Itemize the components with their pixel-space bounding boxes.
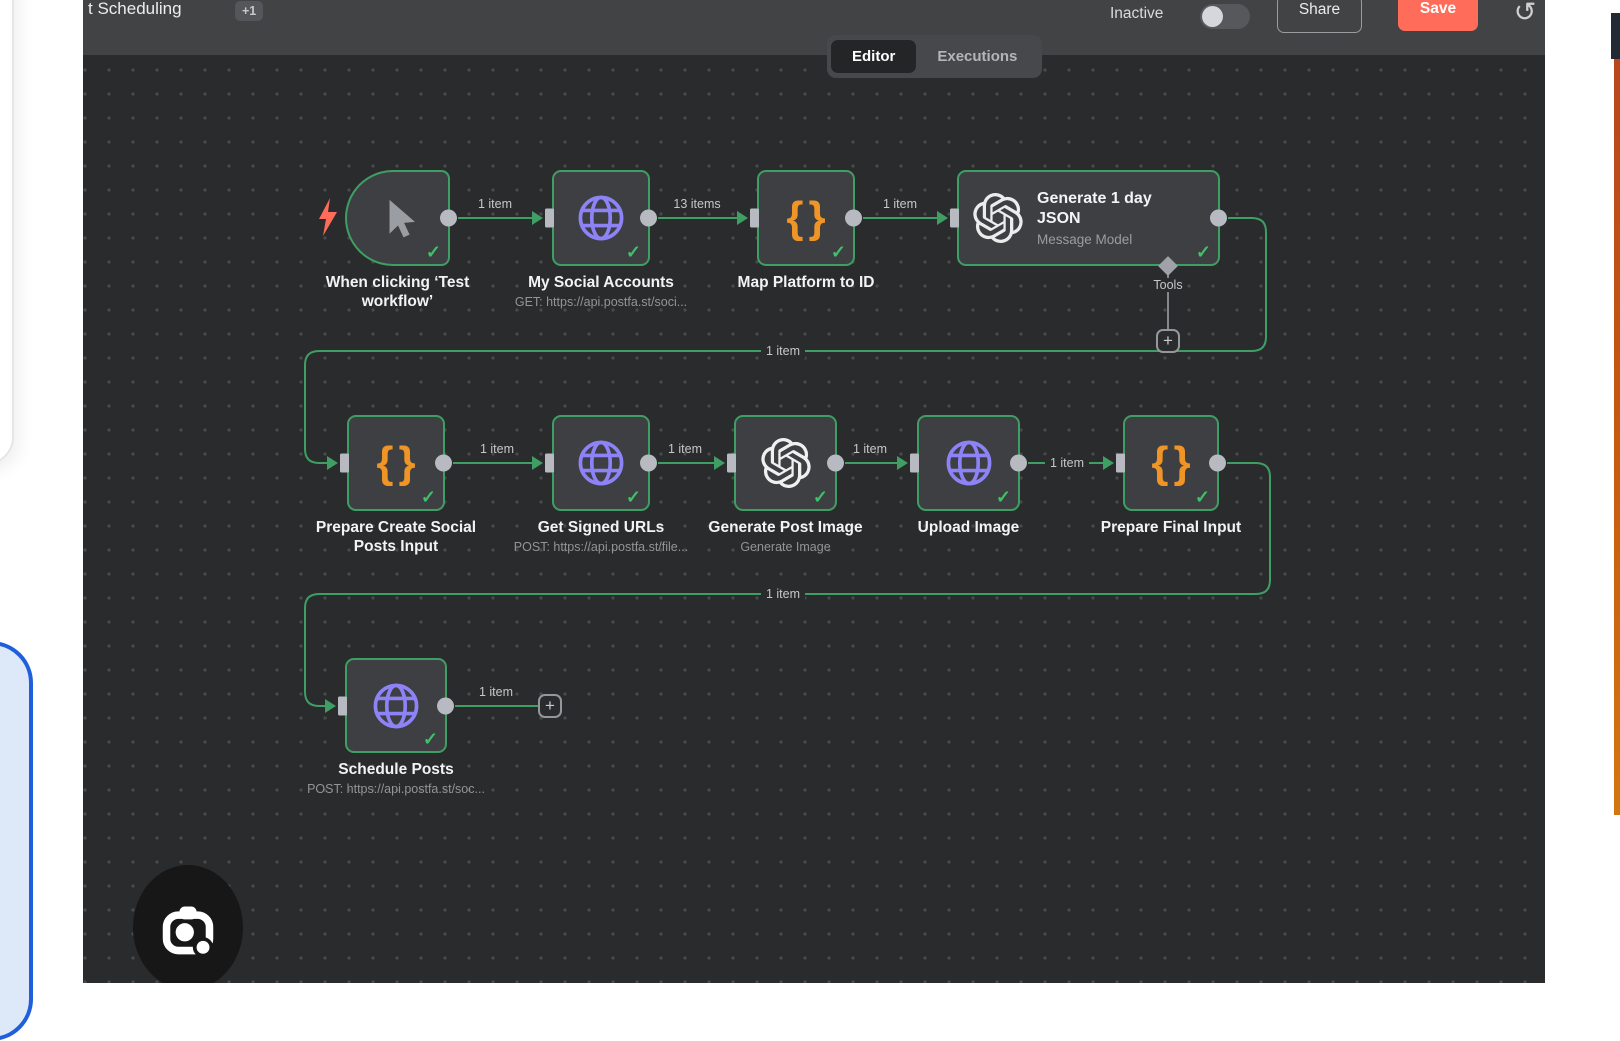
workflow-title[interactable]: t Scheduling [88, 0, 182, 19]
input-port[interactable] [1116, 454, 1125, 473]
connection-label: 1 item [478, 197, 512, 211]
node-subtitle: GET: https://api.postfa.st/soci... [476, 295, 726, 309]
output-port[interactable] [640, 455, 657, 472]
node-subtitle: POST: https://api.postfa.st/soc... [271, 782, 521, 796]
braces-icon [781, 193, 830, 243]
success-check-icon [813, 487, 828, 508]
history-icon[interactable] [1507, 0, 1543, 30]
node-generate-post-image[interactable]: Generate Post Image Generate Image [734, 415, 837, 511]
connection-label: 1 item [668, 442, 702, 456]
node-title: Schedule Posts [271, 760, 521, 779]
braces-icon [1146, 438, 1195, 488]
connection-label: 1 item [480, 442, 514, 456]
node-subtitle: Generate Image [661, 540, 911, 554]
add-tool-button[interactable] [1156, 329, 1180, 353]
input-port[interactable] [950, 209, 959, 228]
input-port[interactable] [545, 454, 554, 473]
node-generate-1-day-json[interactable]: Generate 1 day JSON Message Model [957, 170, 1220, 266]
node-upload-image[interactable]: Upload Image [917, 415, 1020, 511]
camera-icon [159, 899, 217, 957]
success-check-icon [996, 487, 1011, 508]
output-port[interactable] [845, 210, 862, 227]
connection-label: 13 items [673, 197, 720, 211]
output-port[interactable] [1210, 210, 1227, 227]
node-title: Prepare Create Social Posts Input [299, 518, 494, 557]
node-prepare-create-social-posts-input[interactable]: Prepare Create Social Posts Input [347, 415, 445, 511]
node-title: Upload Image [859, 518, 1079, 537]
background-orange-strip [1614, 59, 1620, 815]
editor-topbar: t Scheduling +1 Inactive Share Save [83, 0, 1545, 55]
braces-icon [371, 438, 420, 488]
node-prepare-final-input[interactable]: Prepare Final Input [1123, 415, 1219, 511]
node-get-signed-urls[interactable]: Get Signed URLs POST: https://api.postfa… [552, 415, 650, 511]
success-check-icon [831, 242, 846, 263]
input-port[interactable] [338, 696, 347, 715]
connection-label: 1 item [1045, 455, 1089, 471]
lightning-icon [316, 197, 340, 237]
node-title: Generate 1 day JSON [1037, 189, 1167, 229]
tab-editor[interactable]: Editor [831, 40, 916, 73]
output-port[interactable] [1209, 455, 1226, 472]
connection-label: 1 item [761, 343, 805, 359]
success-check-icon [426, 242, 441, 263]
tags-badge[interactable]: +1 [235, 1, 263, 21]
success-check-icon [626, 242, 641, 263]
node-schedule-posts[interactable]: Schedule Posts POST: https://api.postfa.… [345, 658, 447, 753]
background-card-edge [0, 0, 14, 465]
output-port[interactable] [1010, 455, 1027, 472]
node-when-clicking-test-workflow[interactable]: When clicking ‘Test workflow’ [345, 170, 450, 266]
active-toggle[interactable] [1200, 4, 1250, 29]
node-title: Map Platform to ID [681, 273, 931, 292]
share-button[interactable]: Share [1277, 0, 1362, 33]
node-title: Prepare Final Input [1061, 518, 1281, 537]
input-port[interactable] [750, 209, 759, 228]
success-check-icon [421, 487, 436, 508]
add-node-button[interactable] [538, 694, 562, 718]
tab-executions[interactable]: Executions [916, 40, 1038, 73]
background-blue-card [0, 641, 33, 1041]
screenshot-camera-button[interactable] [133, 865, 243, 983]
success-check-icon [1195, 487, 1210, 508]
node-title: When clicking ‘Test workflow’ [310, 273, 485, 312]
workflow-editor: 1 item 13 items 1 item 1 item 1 item 1 i… [83, 0, 1545, 983]
connection-label: 1 item [853, 442, 887, 456]
input-port[interactable] [727, 454, 736, 473]
node-map-platform-to-id[interactable]: Map Platform to ID [757, 170, 855, 266]
workflow-status-label: Inactive [1110, 5, 1163, 23]
connection-label: 1 item [761, 586, 805, 602]
connection-label: 1 item [479, 685, 513, 699]
output-port[interactable] [435, 455, 452, 472]
background-window-fragment [1611, 13, 1620, 59]
toggle-knob [1202, 6, 1223, 27]
input-port[interactable] [910, 454, 919, 473]
save-button[interactable]: Save [1398, 0, 1478, 31]
node-subtitle: Message Model [1037, 232, 1167, 247]
output-port[interactable] [437, 697, 454, 714]
success-check-icon [1196, 242, 1211, 263]
output-port[interactable] [827, 455, 844, 472]
connection-label: 1 item [883, 197, 917, 211]
openai-icon [973, 193, 1023, 243]
output-port[interactable] [440, 210, 457, 227]
output-port[interactable] [640, 210, 657, 227]
input-port[interactable] [340, 454, 349, 473]
node-my-social-accounts[interactable]: My Social Accounts GET: https://api.post… [552, 170, 650, 266]
view-tabs: Editor Executions [827, 35, 1042, 78]
success-check-icon [626, 487, 641, 508]
tools-label: Tools [1150, 278, 1185, 292]
success-check-icon [423, 729, 438, 750]
input-port[interactable] [545, 209, 554, 228]
